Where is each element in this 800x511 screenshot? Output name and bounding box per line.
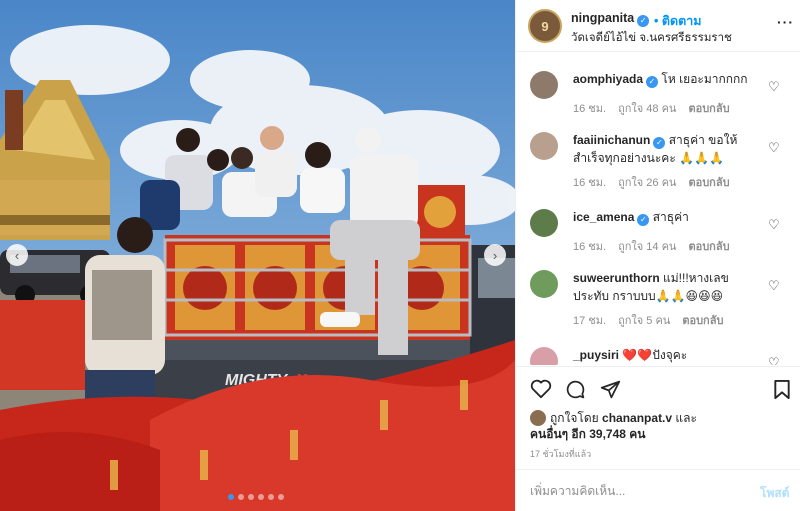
liked-by-and: และ [675, 411, 697, 425]
author-username[interactable]: ningpanita ✓ [571, 11, 650, 27]
carousel-dot [258, 494, 264, 500]
like-heart-icon[interactable] [530, 379, 552, 399]
reply-button[interactable]: ตอบกลับ [682, 315, 723, 327]
comment-username[interactable]: _puysiri [573, 348, 619, 362]
carousel-prev-button[interactable]: ‹ [6, 244, 28, 266]
liker-avatar[interactable] [530, 410, 546, 426]
liked-by-username[interactable]: chananpat.v [602, 411, 672, 425]
carousel-dot [278, 494, 284, 500]
chevron-left-icon: ‹ [14, 247, 20, 263]
verified-badge-icon: ✓ [646, 76, 659, 88]
comment-username[interactable]: suweerunthorn [573, 271, 660, 285]
comment-like-heart-icon[interactable]: ♡ [768, 217, 780, 233]
comment-like-heart-icon[interactable]: ♡ [768, 79, 780, 95]
commenter-avatar[interactable] [530, 71, 558, 99]
carousel-dot [228, 494, 234, 500]
add-comment-bar: โพสต์ [516, 469, 800, 511]
comment-like-count[interactable]: ถูกใจ 14 คน [618, 241, 676, 253]
post-comment-button[interactable]: โพสต์ [760, 484, 789, 503]
comment-like-heart-icon[interactable]: ♡ [768, 278, 780, 294]
comments-list[interactable]: aomphiyada ✓ โห เยอะมากกกก 16 ชม. ถูกใจ 48 … [516, 53, 800, 365]
author-avatar[interactable]: 9 [528, 9, 562, 43]
photo-scene: MIGHTY X [0, 0, 515, 511]
comment-text: suweerunthorn แม่!!!หางเลขประทับ กราบบบ🙏… [573, 269, 763, 305]
comment-time: 16 ชม. [573, 177, 607, 189]
verified-badge-icon: ✓ [637, 214, 650, 226]
comment-like-heart-icon[interactable]: ♡ [768, 140, 780, 156]
carousel-dot [248, 494, 254, 500]
post-header: 9 ningpanita ✓ • ติดตาม วัดเจดีย์ไอ้ไข่ จ… [516, 0, 800, 52]
post-timestamp[interactable]: 17 ชั่วโมงที่แล้ว [530, 447, 591, 461]
reply-button[interactable]: ตอบกลับ [688, 103, 729, 115]
liked-by-prefix: ถูกใจโดย [550, 411, 599, 425]
post-sidebar: 9 ningpanita ✓ • ติดตาม วัดเจดีย์ไอ้ไข่ จ… [515, 0, 800, 511]
comment-meta: 16 ชม. ถูกใจ 14 คน ตอบกลับ [573, 237, 742, 255]
comment-text: _puysiri ❤️❤️ปังจุคะ [573, 346, 763, 364]
comment-like-count[interactable]: ถูกใจ 48 คน [618, 103, 676, 115]
comment-body: โห เยอะมากกกก [661, 72, 748, 86]
comment-like-heart-icon[interactable]: ♡ [768, 355, 780, 365]
comment-text: faaiinichanun ✓ สาธุค่า ขอให้สำเร็จทุกอย่… [573, 131, 763, 167]
likes-others-label[interactable]: คนอื่นๆ อีก 39,748 คน [530, 427, 646, 441]
verified-badge-icon: ✓ [637, 15, 650, 27]
likes-count[interactable]: คนอื่นๆ อีก 39,748 คน [530, 425, 646, 444]
comment-username[interactable]: aomphiyada [573, 72, 643, 86]
carousel-dot [268, 494, 274, 500]
comment-time: 16 ชม. [573, 103, 607, 115]
comment-meta: 16 ชม. ถูกใจ 26 คน ตอบกลับ [573, 173, 742, 191]
comment-text: ice_amena ✓ สาธุค่า [573, 208, 763, 226]
comment-username[interactable]: ice_amena [573, 210, 634, 224]
comment-like-count[interactable]: ถูกใจ 26 คน [618, 177, 676, 189]
commenter-avatar[interactable] [530, 209, 558, 237]
comment-like-count[interactable]: ถูกใจ 5 คน [618, 315, 670, 327]
carousel-next-button[interactable]: › [484, 244, 506, 266]
commenter-avatar[interactable] [530, 347, 558, 365]
comment-meta: 17 ชม. ถูกใจ 5 คน ตอบกลับ [573, 311, 735, 329]
post-location[interactable]: วัดเจดีย์ไอ้ไข่ จ.นครศรีธรรมราช [571, 29, 732, 47]
post-photo[interactable]: MIGHTY X [0, 0, 515, 511]
comment-username[interactable]: faaiinichanun [573, 133, 650, 147]
carousel-dot [238, 494, 244, 500]
bookmark-icon[interactable] [773, 379, 791, 400]
username-text: ningpanita [571, 11, 635, 25]
avatar-monogram: 9 [541, 18, 549, 34]
comment-body: สาธุค่า [652, 210, 689, 224]
share-paper-plane-icon[interactable] [600, 379, 621, 400]
comment-bubble-icon[interactable] [565, 379, 586, 400]
post-actions: ถูกใจโดย chananpat.v และ คนอื่นๆ อีก 39,… [516, 366, 800, 476]
comment-text: aomphiyada ✓ โห เยอะมากกกก [573, 70, 763, 88]
chevron-right-icon: › [492, 247, 498, 263]
comment-time: 16 ชม. [573, 241, 607, 253]
verified-badge-icon: ✓ [653, 137, 666, 149]
comment-input[interactable] [530, 480, 740, 502]
carousel-indicator [228, 494, 284, 500]
commenter-avatar[interactable] [530, 132, 558, 160]
comment-time: 17 ชม. [573, 315, 607, 327]
follow-button[interactable]: • ติดตาม [654, 11, 701, 31]
comment-body: ❤️❤️ปังจุคะ [622, 348, 688, 362]
comment-meta: 16 ชม. ถูกใจ 48 คน ตอบกลับ [573, 99, 742, 117]
reply-button[interactable]: ตอบกลับ [688, 177, 729, 189]
commenter-avatar[interactable] [530, 270, 558, 298]
more-options-icon[interactable]: ··· [777, 14, 794, 30]
reply-button[interactable]: ตอบกลับ [688, 241, 729, 253]
